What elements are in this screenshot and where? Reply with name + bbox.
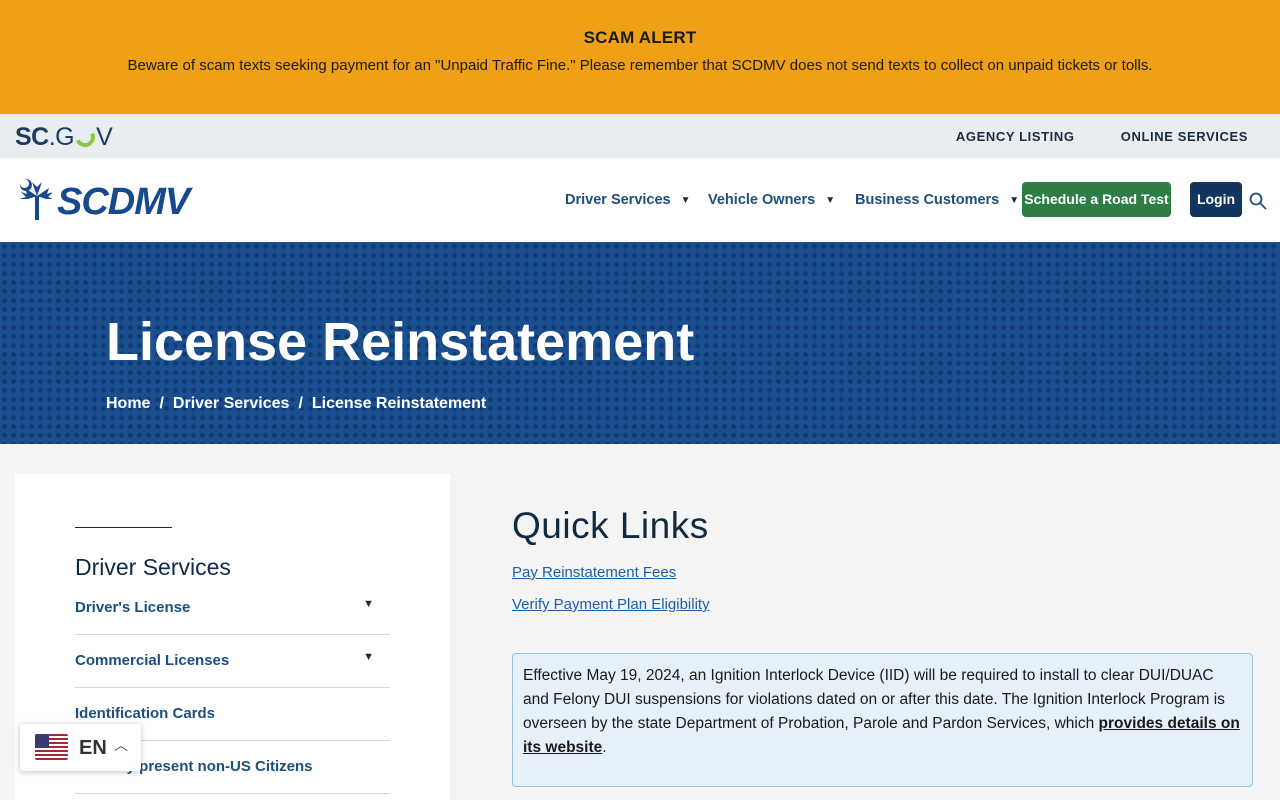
logo-gov-text: .G <box>48 123 75 151</box>
online-services-link[interactable]: ONLINE SERVICES <box>1121 129 1248 144</box>
caret-down-icon: ▼ <box>1009 195 1020 206</box>
verify-payment-plan-link[interactable]: Verify Payment Plan Eligibility <box>512 596 710 613</box>
gov-links: AGENCY LISTING ONLINE SERVICES <box>914 129 1248 144</box>
page-title: License Reinstatement <box>106 312 695 372</box>
scam-alert-banner: SCAM ALERT Beware of scam texts seeking … <box>0 0 1280 114</box>
palmetto-tree-icon <box>19 178 52 220</box>
sidebar-item-label: Identification Cards <box>75 705 216 722</box>
notice-end: . <box>602 739 607 756</box>
breadcrumb-current: License Reinstatement <box>311 395 487 412</box>
ignition-interlock-notice: Effective May 19, 2024, an Ignition Inte… <box>512 653 1253 787</box>
schedule-road-test-button[interactable]: Schedule a Road Test <box>1022 182 1171 217</box>
sidebar-item-drivers-license[interactable]: Driver's License ▼ <box>75 582 390 635</box>
nav-label: Business Customers <box>855 192 1000 208</box>
sidebar-divider <box>75 527 172 528</box>
sc-gov-bar: SC.G V AGENCY LISTING ONLINE SERVICES <box>0 114 1280 158</box>
page-hero: License Reinstatement Home / Driver Servic… <box>0 242 1280 444</box>
quick-links-title: Quick Links <box>512 505 709 546</box>
sidebar-item-commercial-licenses[interactable]: Commercial Licenses ▼ <box>75 635 390 688</box>
sidebar-title: Driver Services <box>75 554 231 580</box>
chevron-up-icon: ︿ <box>114 737 128 753</box>
breadcrumb-home[interactable]: Home <box>106 395 150 412</box>
sc-gov-logo[interactable]: SC.G V <box>15 123 113 151</box>
language-selector[interactable]: EN ︿ <box>20 724 141 771</box>
sidebar-item-label: Commercial Licenses <box>75 652 230 669</box>
agency-listing-link[interactable]: AGENCY LISTING <box>956 129 1075 144</box>
pay-reinstatement-fees-link[interactable]: Pay Reinstatement Fees <box>512 564 676 581</box>
breadcrumb-separator: / <box>159 395 164 412</box>
breadcrumb-driver-services[interactable]: Driver Services <box>173 395 290 412</box>
breadcrumb-separator: / <box>298 395 303 412</box>
nav-driver-services[interactable]: Driver Services ▼ <box>565 192 691 208</box>
caret-down-icon: ▼ <box>680 195 691 206</box>
login-button[interactable]: Login <box>1190 182 1242 217</box>
logo-wordmark: SCDMV <box>57 181 190 223</box>
crescent-moon-icon <box>72 124 98 150</box>
caret-down-icon[interactable]: ▼ <box>363 651 374 663</box>
us-flag-icon <box>35 734 68 760</box>
scdmv-logo[interactable]: SCDMV <box>12 178 190 222</box>
nav-business-customers[interactable]: Business Customers ▼ <box>855 192 1019 208</box>
alert-message: Beware of scam texts seeking payment for… <box>127 57 1153 74</box>
site-header: SCDMV Driver Services ▼ Vehicle Owners ▼ B… <box>0 158 1280 242</box>
logo-v-text: V <box>96 123 113 151</box>
alert-title: SCAM ALERT <box>583 28 697 47</box>
language-code: EN <box>79 737 107 759</box>
nav-label: Vehicle Owners <box>708 192 816 208</box>
search-icon[interactable] <box>1249 192 1267 210</box>
nav-vehicle-owners[interactable]: Vehicle Owners ▼ <box>708 192 835 208</box>
sidebar-item-label: Driver's License <box>75 599 191 616</box>
breadcrumb: Home / Driver Services / License Reinstateme… <box>106 395 486 413</box>
caret-down-icon[interactable]: ▼ <box>363 598 374 610</box>
caret-down-icon: ▼ <box>825 195 836 206</box>
logo-sc-text: SC <box>15 123 49 151</box>
nav-label: Driver Services <box>565 192 671 208</box>
